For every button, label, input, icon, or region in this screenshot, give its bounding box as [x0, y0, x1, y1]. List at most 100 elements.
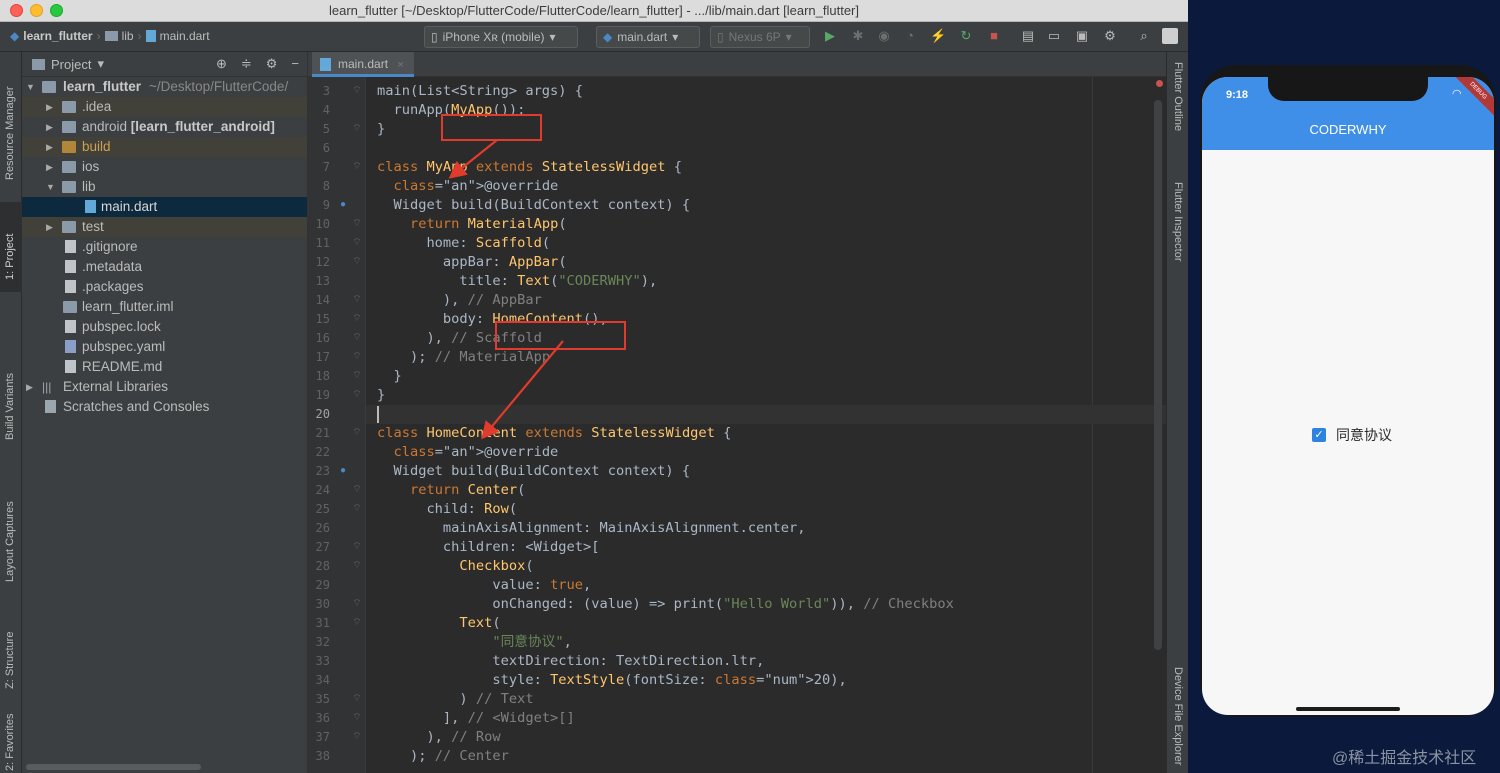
tree-item-external-libraries[interactable]: ▶ ||| External Libraries	[22, 377, 307, 397]
fold-icon[interactable]: ⌔	[351, 712, 363, 724]
project-structure-icon[interactable]: ▤	[1020, 28, 1036, 44]
code-line[interactable]: class MyApp extends StatelessWidget {	[377, 158, 682, 177]
code-line[interactable]: value: true,	[377, 576, 591, 595]
debug-icon[interactable]: ✱	[850, 28, 866, 44]
fold-icon[interactable]: ⌔	[351, 598, 363, 610]
tab-favorites[interactable]: 2: Favorites	[0, 707, 22, 773]
code-line[interactable]: textDirection: TextDirection.ltr,	[377, 652, 764, 671]
code-line[interactable]: main(List<String> args) {	[377, 82, 583, 101]
device-selector[interactable]: ▯ iPhone Xʀ (mobile) ▾	[424, 26, 578, 48]
fold-icon[interactable]: ⌔	[351, 427, 363, 439]
code-line[interactable]: onChanged: (value) => print("Hello World…	[377, 595, 954, 614]
fold-icon[interactable]: ⌔	[351, 237, 363, 249]
override-icon[interactable]: ●	[337, 465, 349, 477]
override-icon[interactable]: ●	[337, 199, 349, 211]
fold-icon[interactable]: ⌔	[351, 123, 363, 135]
tree-item-ios[interactable]: ▶ ios	[22, 157, 307, 177]
tree-item-main-dart[interactable]: main.dart	[22, 197, 307, 217]
search-icon[interactable]: ⌕	[1136, 28, 1152, 44]
sdk-manager-icon[interactable]: ▣	[1074, 28, 1090, 44]
tree-item-readme[interactable]: README.md	[22, 357, 307, 377]
tab-structure[interactable]: Z: Structure	[0, 607, 22, 697]
fold-icon[interactable]: ⌔	[351, 370, 363, 382]
code-line[interactable]: ), // AppBar	[377, 291, 542, 310]
chevron-right-icon[interactable]: ▶	[46, 217, 56, 237]
code-line[interactable]: Checkbox(	[377, 557, 533, 576]
code-line[interactable]: class="an">@override	[377, 443, 558, 462]
fold-icon[interactable]: ⌔	[351, 617, 363, 629]
profile-icon[interactable]: ◉	[876, 28, 892, 44]
code-line[interactable]: ], // <Widget>[]	[377, 709, 575, 728]
avd-manager-icon[interactable]: ▭	[1046, 28, 1062, 44]
fold-icon[interactable]: ⌔	[351, 503, 363, 515]
code-line[interactable]: ), // Row	[377, 728, 500, 747]
tree-item-iml[interactable]: learn_flutter.iml	[22, 297, 307, 317]
tab-device-file-explorer[interactable]: Device File Explorer	[1167, 667, 1188, 773]
chevron-down-icon[interactable]: ▼	[26, 77, 36, 97]
fold-icon[interactable]: ⌔	[351, 351, 363, 363]
breadcrumb-folder[interactable]: lib	[122, 29, 134, 43]
run-config-selector[interactable]: ◆ main.dart ▾	[596, 26, 700, 48]
code-line[interactable]: appBar: AppBar(	[377, 253, 567, 272]
tab-project[interactable]: 1: Project	[0, 202, 22, 292]
hot-restart-icon[interactable]: ↻	[958, 28, 974, 44]
tree-item-packages[interactable]: .packages	[22, 277, 307, 297]
tab-flutter-outline[interactable]: Flutter Outline	[1167, 62, 1188, 162]
code-line[interactable]: }	[377, 367, 401, 386]
agree-checkbox[interactable]: ✓	[1312, 428, 1326, 442]
tree-item-metadata[interactable]: .metadata	[22, 257, 307, 277]
chevron-right-icon[interactable]: ▶	[46, 97, 56, 117]
editor-tab-main-dart[interactable]: main.dart ×	[312, 52, 414, 77]
tree-item-pubspec-yaml[interactable]: pubspec.yaml	[22, 337, 307, 357]
hot-reload-icon[interactable]: ⚡	[930, 28, 946, 44]
code-line[interactable]: class="an">@override	[377, 177, 558, 196]
code-line[interactable]: "同意协议",	[377, 633, 571, 652]
tab-resource-manager[interactable]: Resource Manager	[0, 52, 22, 192]
chevron-right-icon[interactable]: ▶	[26, 377, 36, 397]
code-line[interactable]: child: Row(	[377, 500, 517, 519]
tree-item-idea[interactable]: ▶ .idea	[22, 97, 307, 117]
fold-icon[interactable]: ⌔	[351, 332, 363, 344]
gear-icon[interactable]: ⚙	[266, 56, 278, 72]
locate-icon[interactable]: ⊕	[216, 56, 227, 72]
fold-icon[interactable]: ⌔	[351, 256, 363, 268]
tab-layout-captures[interactable]: Layout Captures	[0, 472, 22, 592]
fold-icon[interactable]: ⌔	[351, 294, 363, 306]
breadcrumb-file[interactable]: main.dart	[160, 29, 210, 43]
fold-icon[interactable]: ⌔	[351, 313, 363, 325]
breadcrumb-project[interactable]: learn_flutter	[23, 29, 92, 43]
fold-icon[interactable]: ⌔	[351, 693, 363, 705]
tree-item-test[interactable]: ▶ test	[22, 217, 307, 237]
collapse-all-icon[interactable]: ≑	[241, 56, 252, 72]
code-line[interactable]: ); // MaterialApp	[377, 348, 550, 367]
fold-icon[interactable]: ⌔	[351, 161, 363, 173]
chevron-down-icon[interactable]: ▼	[46, 177, 56, 197]
emulator-selector[interactable]: ▯ Nexus 6P ▾	[710, 26, 810, 48]
code-area[interactable]: main(List<String> args) { runApp(MyApp()…	[366, 77, 1166, 773]
fold-icon[interactable]: ⌔	[351, 484, 363, 496]
code-line[interactable]: Widget build(BuildContext context) {	[377, 462, 690, 481]
code-line[interactable]: mainAxisAlignment: MainAxisAlignment.cen…	[377, 519, 806, 538]
hide-icon[interactable]: −	[291, 56, 299, 72]
tree-item-scratches[interactable]: Scratches and Consoles	[22, 397, 307, 417]
code-line[interactable]: }	[377, 120, 385, 139]
error-indicator-icon[interactable]	[1156, 80, 1163, 87]
chevron-down-icon[interactable]: ▾	[97, 56, 104, 72]
fold-icon[interactable]: ⌔	[351, 85, 363, 97]
tree-item-learn-flutter[interactable]: ▼ learn_flutter ~/Desktop/FlutterCode/	[22, 77, 307, 97]
chevron-right-icon[interactable]: ▶	[46, 117, 56, 137]
chevron-right-icon[interactable]: ▶	[46, 157, 56, 177]
tree-item-build[interactable]: ▶ build	[22, 137, 307, 157]
code-line[interactable]: home: Scaffold(	[377, 234, 550, 253]
fold-icon[interactable]: ⌔	[351, 389, 363, 401]
project-view-selector[interactable]: Project	[51, 57, 91, 72]
tab-build-variants[interactable]: Build Variants	[0, 352, 22, 452]
fold-icon[interactable]: ⌔	[351, 731, 363, 743]
horizontal-scrollbar[interactable]	[26, 764, 201, 770]
attach-icon[interactable]: ◔	[902, 28, 918, 44]
fold-icon[interactable]: ⌔	[351, 541, 363, 553]
tree-item-pubspec-lock[interactable]: pubspec.lock	[22, 317, 307, 337]
tree-item-gitignore[interactable]: .gitignore	[22, 237, 307, 257]
fold-icon[interactable]: ⌔	[351, 218, 363, 230]
run-icon[interactable]: ▶	[822, 28, 838, 44]
